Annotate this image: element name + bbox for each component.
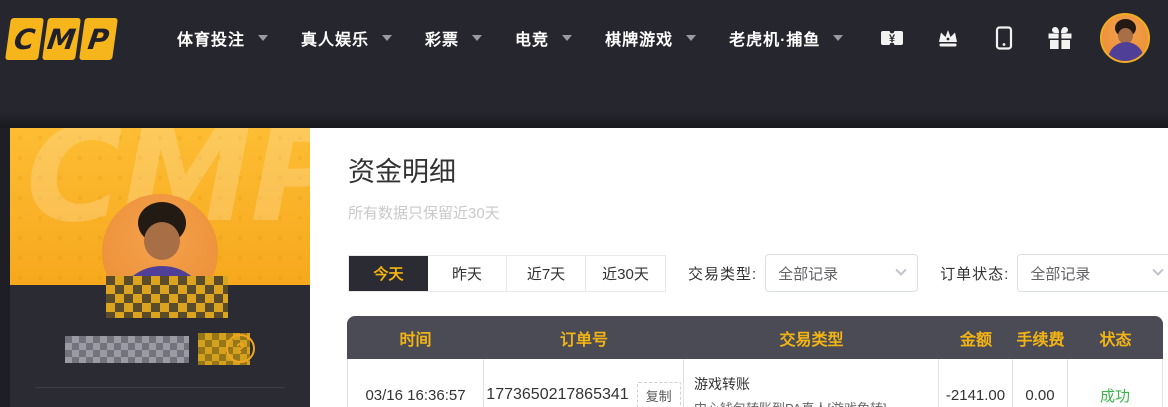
username-blur-mosaic	[65, 336, 189, 363]
menu-label: 真人娱乐	[301, 26, 369, 50]
crown-icon[interactable]	[936, 26, 960, 50]
avatar-jersey	[1108, 42, 1144, 63]
tab-last-30-days[interactable]: 近30天	[586, 256, 665, 291]
copy-button[interactable]: 复制	[637, 382, 681, 407]
order-status-label: 订单状态:	[940, 263, 1009, 284]
table-row: 03/16 16:36:57 1773650217865341 复制 游戏转账 …	[347, 359, 1163, 407]
cmp-logo[interactable]: C M P	[5, 18, 118, 60]
voucher-icon[interactable]: ¥	[880, 26, 904, 50]
transaction-type-line2: 中心钱包转账到PA真人[游戏免转]	[694, 398, 887, 407]
chevron-down-icon	[1153, 265, 1164, 276]
chevron-down-icon	[686, 35, 696, 41]
page-title: 资金明细	[348, 150, 456, 189]
order-status-select[interactable]: 全部记录	[1017, 254, 1168, 292]
order-status-value: 全部记录	[1030, 263, 1090, 284]
menu-item-live-casino[interactable]: 真人娱乐	[301, 26, 392, 50]
chevron-down-icon	[562, 35, 572, 41]
tab-yesterday[interactable]: 昨天	[428, 256, 507, 291]
header-order-no: 订单号	[484, 326, 684, 350]
header-transaction-type: 交易类型	[684, 326, 939, 350]
avatar-face	[144, 222, 180, 260]
cell-amount: -2141.00	[939, 359, 1013, 407]
header-time: 时间	[347, 326, 484, 350]
header-status: 状态	[1068, 326, 1163, 350]
chevron-down-icon	[258, 35, 268, 41]
date-range-tabs: 今天 昨天 近7天 近30天	[348, 255, 666, 292]
menu-item-card-games[interactable]: 棋牌游戏	[605, 26, 696, 50]
cell-order-no: 1773650217865341 复制	[484, 359, 684, 407]
top-navbar: C M P 体育投注 真人娱乐 彩票 电竞 棋牌游戏 老虎机·捕鱼	[0, 0, 1168, 128]
menu-label: 彩票	[425, 26, 459, 50]
user-avatar[interactable]	[1100, 13, 1150, 63]
menu-item-esports[interactable]: 电竞	[515, 26, 572, 50]
gift-icon[interactable]	[1048, 26, 1072, 50]
filter-bar: 今天 昨天 近7天 近30天 交易类型: 全部记录 订单状态: 全部记录	[348, 254, 1168, 292]
funds-table: 时间 订单号 交易类型 金额 手续费 状态 03/16 16:36:57 177…	[347, 316, 1163, 407]
header-amount: 金额	[939, 326, 1013, 350]
table-header: 时间 订单号 交易类型 金额 手续费 状态	[347, 316, 1163, 359]
mobile-icon[interactable]	[992, 26, 1016, 50]
cell-transaction-type: 游戏转账 中心钱包转账到PA真人[游戏免转]	[684, 359, 939, 407]
chevron-down-icon	[382, 35, 392, 41]
main-menu: 体育投注 真人娱乐 彩票 电竞 棋牌游戏 老虎机·捕鱼	[177, 0, 843, 75]
menu-label: 棋牌游戏	[605, 26, 673, 50]
menu-item-slots-fishing[interactable]: 老虎机·捕鱼	[729, 26, 843, 50]
menu-item-lottery[interactable]: 彩票	[425, 26, 482, 50]
transaction-type-select[interactable]: 全部记录	[765, 254, 918, 292]
menu-label: 体育投注	[177, 26, 245, 50]
menu-label: 电竞	[515, 26, 549, 50]
menu-item-sports[interactable]: 体育投注	[177, 26, 268, 50]
chevron-down-icon	[833, 35, 843, 41]
vip-badge-icon: ?	[226, 334, 255, 363]
chevron-down-icon	[896, 265, 907, 276]
page-subtitle: 所有数据只保留近30天	[348, 202, 500, 223]
tab-last-7-days[interactable]: 近7天	[507, 256, 586, 291]
header-fee: 手续费	[1013, 326, 1068, 350]
order-number: 1773650217865341	[486, 386, 628, 404]
sidebar-divider	[35, 387, 285, 388]
tab-today[interactable]: 今天	[349, 256, 428, 291]
cell-status: 成功	[1068, 359, 1163, 407]
cell-time: 03/16 16:36:57	[347, 359, 484, 407]
svg-text:¥: ¥	[889, 33, 896, 45]
logo-letter: C	[5, 18, 44, 60]
nav-icon-group: ¥	[880, 0, 1072, 75]
profile-sidebar: CMP ?	[10, 128, 310, 407]
page-background-edge	[0, 128, 10, 407]
transaction-type-line1: 游戏转账	[694, 374, 750, 394]
main-content: 资金明细 所有数据只保留近30天 今天 昨天 近7天 近30天 交易类型: 全部…	[310, 128, 1168, 407]
chevron-down-icon	[472, 35, 482, 41]
menu-label: 老虎机·捕鱼	[729, 26, 820, 50]
avatar-blur-mosaic	[106, 276, 228, 318]
logo-letter: M	[42, 18, 81, 60]
logo-letter: P	[79, 18, 118, 60]
transaction-type-label: 交易类型:	[688, 263, 757, 284]
transaction-type-value: 全部记录	[778, 263, 838, 284]
cell-fee: 0.00	[1013, 359, 1068, 407]
